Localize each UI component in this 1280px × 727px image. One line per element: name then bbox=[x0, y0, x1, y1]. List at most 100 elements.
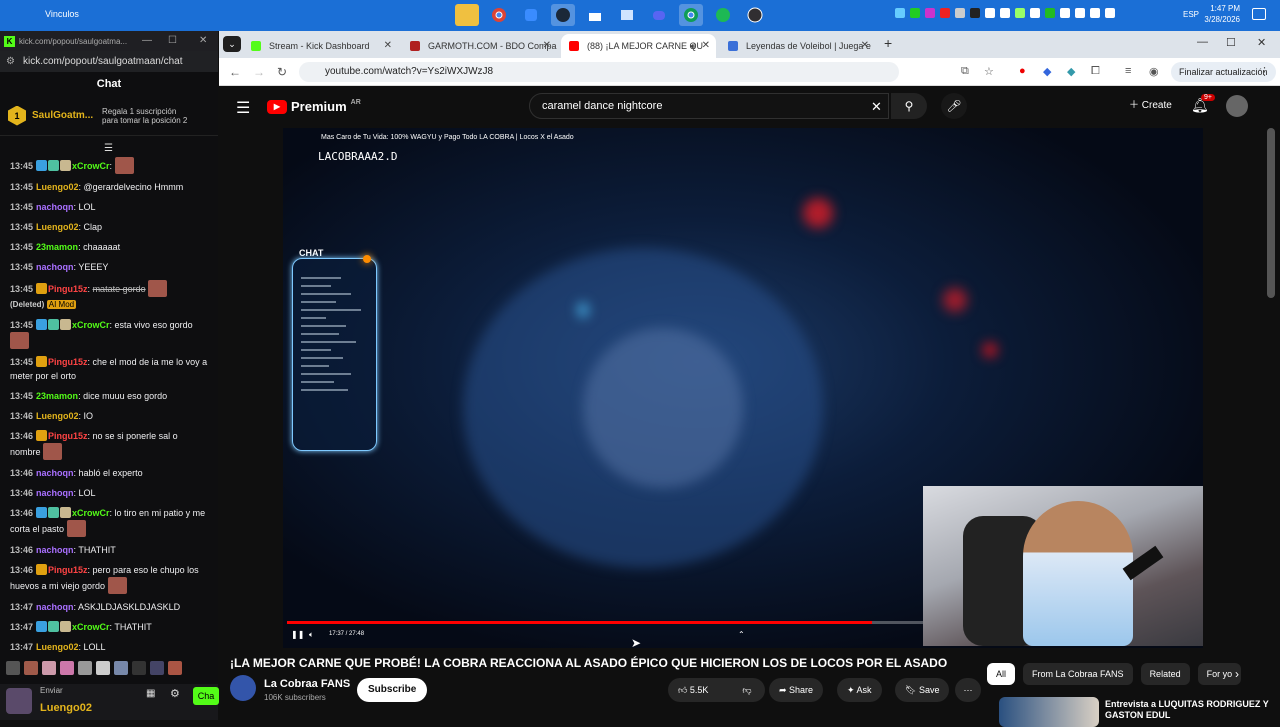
back-arrow-icon[interactable]: ← bbox=[229, 65, 241, 79]
tray-icon[interactable] bbox=[1000, 8, 1010, 18]
maximize-icon[interactable]: ☐ bbox=[168, 35, 177, 46]
steam-icon[interactable] bbox=[551, 4, 575, 26]
message-user[interactable]: 23mamon bbox=[36, 242, 78, 252]
emote-icon[interactable] bbox=[42, 661, 56, 675]
close-icon[interactable]: ✕ bbox=[1257, 36, 1266, 49]
channel-avatar[interactable] bbox=[230, 675, 256, 701]
wifi-icon[interactable] bbox=[1075, 8, 1085, 18]
message-user[interactable]: Luengo02 bbox=[36, 222, 79, 232]
extension-icon[interactable]: ◆ bbox=[1067, 65, 1075, 78]
save-button[interactable]: 🔖︎ Save bbox=[895, 678, 950, 702]
app-icon[interactable] bbox=[519, 4, 543, 26]
subscribe-button[interactable]: Subscribe bbox=[357, 678, 428, 702]
search-icon[interactable]: ⚲ bbox=[891, 93, 927, 119]
filter-chip[interactable]: From La Cobraa FANS bbox=[1023, 663, 1133, 685]
pinned-gift-banner[interactable]: 1 SaulGoatm... Regala 1 suscripción para… bbox=[0, 96, 218, 136]
extensions-puzzle-icon[interactable]: ⧠ bbox=[1091, 65, 1100, 78]
message-user[interactable]: xCrowCr bbox=[72, 320, 110, 330]
calendar-icon[interactable] bbox=[583, 4, 607, 26]
obs-icon[interactable] bbox=[743, 4, 767, 26]
message-user[interactable]: Pingu15z bbox=[48, 357, 88, 367]
video-player[interactable]: Mas Caro de Tu Vida: 100% WAGYU y Pago T… bbox=[283, 128, 1203, 648]
close-tab-icon[interactable]: ✕ bbox=[861, 34, 869, 58]
message-user[interactable]: xCrowCr bbox=[72, 622, 110, 632]
more-actions-icon[interactable]: ⋯ bbox=[955, 678, 981, 702]
chrome-active-icon[interactable] bbox=[679, 4, 703, 26]
browser-tab[interactable]: (88) ¡LA MEJOR CARNE QU 🔊︎ ✕ bbox=[561, 34, 716, 58]
channel-name[interactable]: La Cobraa FANS bbox=[264, 678, 350, 690]
emote-icon[interactable] bbox=[96, 661, 110, 675]
avatar[interactable] bbox=[1226, 95, 1248, 117]
network-icon[interactable] bbox=[1105, 8, 1115, 18]
tray-icon[interactable] bbox=[970, 8, 980, 18]
microphone-icon[interactable]: 🎤︎ bbox=[941, 93, 967, 119]
site-settings-icon[interactable]: ⚙ bbox=[6, 56, 15, 67]
more-menu-icon[interactable]: ⋮ bbox=[1259, 65, 1270, 78]
close-tab-icon[interactable]: ✕ bbox=[543, 34, 551, 58]
tray-icon[interactable] bbox=[925, 8, 935, 18]
gift-icon[interactable]: ▦ bbox=[146, 688, 155, 699]
share-button[interactable]: ➦ Share bbox=[769, 678, 824, 702]
profile-icon[interactable]: ◉ bbox=[1149, 65, 1159, 78]
close-tab-icon[interactable]: ✕ bbox=[384, 34, 392, 58]
emote-icon[interactable] bbox=[114, 661, 128, 675]
filter-chip[interactable]: All bbox=[987, 663, 1016, 685]
chevron-up-icon[interactable]: ⌃ bbox=[738, 630, 745, 639]
tray-icon[interactable] bbox=[985, 8, 995, 18]
message-user[interactable]: xCrowCr bbox=[72, 508, 110, 518]
tray-icon[interactable] bbox=[1030, 8, 1040, 18]
recommendation-title[interactable]: Entrevista a LUQUITAS RODRIGUEZ Y GASTON… bbox=[1105, 699, 1275, 721]
close-tab-icon[interactable]: ✕ bbox=[702, 34, 710, 58]
message-user[interactable]: nachoqn bbox=[36, 488, 74, 498]
emote-icon[interactable] bbox=[78, 661, 92, 675]
message-user[interactable]: nachoqn bbox=[36, 468, 74, 478]
message-user[interactable]: nachoqn bbox=[36, 262, 74, 272]
reload-icon[interactable]: ↻ bbox=[277, 65, 287, 79]
tray-icon[interactable] bbox=[1060, 8, 1070, 18]
minimize-icon[interactable]: — bbox=[142, 35, 152, 46]
browser-tab[interactable]: GARMOTH.COM - BDO Compa ✕ bbox=[402, 34, 557, 58]
chevron-right-icon[interactable]: › bbox=[1235, 667, 1239, 681]
minimize-icon[interactable]: — bbox=[1197, 36, 1208, 48]
browser-tab[interactable]: Leyendas de Voleibol | Juega e ✕ bbox=[720, 34, 875, 58]
volume-icon[interactable] bbox=[1090, 8, 1100, 18]
gear-icon[interactable]: ⚙ bbox=[170, 687, 180, 700]
popup-url-bar[interactable]: ⚙ kick.com/popout/saulgoatmaan/chat bbox=[0, 51, 218, 72]
address-bar[interactable]: youtube.com/watch?v=Ys2iWXJWzJ8 bbox=[299, 62, 899, 82]
browser-tab[interactable]: Stream - Kick Dashboard ✕ bbox=[243, 34, 398, 58]
emote-icon[interactable] bbox=[168, 661, 182, 675]
message-user[interactable]: Luengo02 bbox=[36, 642, 79, 652]
spotify-icon[interactable] bbox=[711, 4, 735, 26]
emote-icon[interactable] bbox=[24, 661, 38, 675]
message-user[interactable]: nachoqn bbox=[36, 202, 74, 212]
clear-search-icon[interactable]: ✕ bbox=[871, 99, 882, 115]
message-user[interactable]: nachoqn bbox=[36, 602, 74, 612]
audio-icon[interactable]: 🔊︎ bbox=[690, 34, 696, 58]
forward-arrow-icon[interactable]: → bbox=[253, 65, 265, 79]
scrollbar[interactable] bbox=[1267, 128, 1275, 298]
message-user[interactable]: Pingu15z bbox=[48, 431, 88, 441]
emote-icon[interactable] bbox=[60, 661, 74, 675]
close-icon[interactable]: ✕ bbox=[199, 35, 207, 46]
clock[interactable]: 1:47 PM 3/28/2026 bbox=[1204, 3, 1240, 25]
ask-button[interactable]: ✦ Ask bbox=[837, 678, 882, 702]
tray-icon[interactable] bbox=[1045, 8, 1055, 18]
tray-icon[interactable] bbox=[910, 8, 920, 18]
heart-icon[interactable] bbox=[150, 661, 164, 675]
reading-list-icon[interactable]: ≡ bbox=[1125, 65, 1131, 77]
message-user[interactable]: Pingu15z bbox=[48, 284, 88, 294]
emote-icon[interactable] bbox=[6, 661, 20, 675]
menu-icon[interactable]: ☰ bbox=[236, 98, 250, 118]
menu-icon[interactable]: ☰ bbox=[104, 143, 113, 154]
send-placeholder[interactable]: Enviar bbox=[40, 686, 63, 695]
progress-bar[interactable] bbox=[287, 621, 923, 624]
search-input[interactable]: caramel dance nightcore bbox=[529, 93, 889, 119]
taskbar-folder-label[interactable]: Vinculos bbox=[45, 9, 79, 19]
discord-icon[interactable] bbox=[647, 4, 671, 26]
dislike-icon[interactable]: 👎︎ bbox=[729, 678, 765, 702]
notification-icon[interactable] bbox=[1252, 8, 1266, 20]
tab-search-icon[interactable]: ⌄ bbox=[223, 36, 241, 52]
message-user[interactable]: Luengo02 bbox=[36, 182, 79, 192]
tray-icon[interactable] bbox=[955, 8, 965, 18]
maximize-icon[interactable]: ☐ bbox=[1226, 36, 1236, 49]
